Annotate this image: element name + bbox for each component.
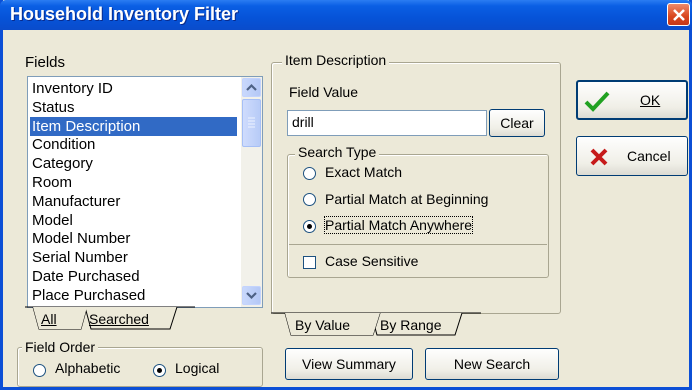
divider: [289, 244, 547, 245]
view-summary-button[interactable]: View Summary: [285, 348, 413, 380]
ok-label: OK: [640, 92, 661, 108]
partial-anywhere-label[interactable]: Partial Match Anywhere: [323, 216, 474, 234]
radio-exact-match[interactable]: [303, 167, 316, 180]
case-sensitive-checkbox[interactable]: [303, 256, 316, 269]
checkmark-icon: [584, 91, 610, 112]
list-item[interactable]: Inventory ID: [30, 79, 237, 98]
filter-window: Household Inventory Filter Fields Invent…: [0, 0, 692, 390]
close-button[interactable]: [667, 3, 690, 26]
window-title: Household Inventory Filter: [10, 4, 239, 24]
field-value-label: Field Value: [289, 84, 359, 100]
alphabetic-label[interactable]: Alphabetic: [55, 360, 120, 376]
list-item[interactable]: Place Purchased: [30, 286, 237, 305]
clear-button[interactable]: Clear: [489, 109, 545, 137]
tab-searched[interactable]: Searched: [89, 311, 149, 327]
x-mark-icon: [590, 148, 608, 166]
radio-partial-beginning[interactable]: [303, 193, 316, 206]
list-item[interactable]: Model: [30, 211, 237, 230]
new-search-button[interactable]: New Search: [425, 348, 559, 380]
tab-by-range[interactable]: By Range: [380, 317, 441, 333]
cancel-label: Cancel: [627, 148, 671, 164]
search-type-label: Search Type: [295, 144, 380, 160]
radio-logical[interactable]: [153, 364, 166, 377]
partial-beginning-label[interactable]: Partial Match at Beginning: [325, 191, 488, 207]
list-item[interactable]: Status: [30, 98, 237, 117]
logical-label[interactable]: Logical: [175, 360, 219, 376]
tab-all[interactable]: All: [41, 311, 57, 327]
scroll-thumb[interactable]: [242, 99, 261, 147]
list-item[interactable]: Manufacturer: [30, 192, 237, 211]
exact-match-label[interactable]: Exact Match: [325, 164, 402, 180]
chevron-down-icon: [246, 292, 257, 300]
fields-scrollbar[interactable]: [241, 77, 262, 307]
grip-icon: [248, 117, 255, 128]
item-description-label: Item Description: [282, 52, 390, 68]
chevron-up-icon: [246, 83, 257, 91]
list-item[interactable]: Date Purchased: [30, 267, 237, 286]
cancel-button[interactable]: Cancel: [576, 136, 688, 176]
list-item[interactable]: Item Description: [30, 116, 237, 136]
fields-label: Fields: [25, 54, 66, 71]
radio-partial-anywhere[interactable]: [303, 220, 316, 233]
field-order-label: Field Order: [22, 339, 99, 355]
tab-by-value[interactable]: By Value: [295, 317, 350, 333]
case-sensitive-label[interactable]: Case Sensitive: [325, 253, 418, 269]
title-bar[interactable]: Household Inventory Filter: [0, 0, 692, 30]
list-item[interactable]: Model Number: [30, 229, 237, 248]
scroll-down-button[interactable]: [242, 286, 261, 305]
list-item[interactable]: Serial Number: [30, 248, 237, 267]
fields-listbox[interactable]: Inventory ID Status Item Description Condit…: [27, 76, 263, 308]
list-item[interactable]: Condition: [30, 135, 237, 154]
list-item[interactable]: Category: [30, 154, 237, 173]
radio-alphabetic[interactable]: [33, 364, 46, 377]
field-value-input[interactable]: drill: [287, 110, 487, 136]
list-item[interactable]: Room: [30, 173, 237, 192]
close-icon: [673, 9, 685, 21]
ok-button[interactable]: OK: [576, 80, 688, 120]
scroll-up-button[interactable]: [242, 78, 261, 97]
